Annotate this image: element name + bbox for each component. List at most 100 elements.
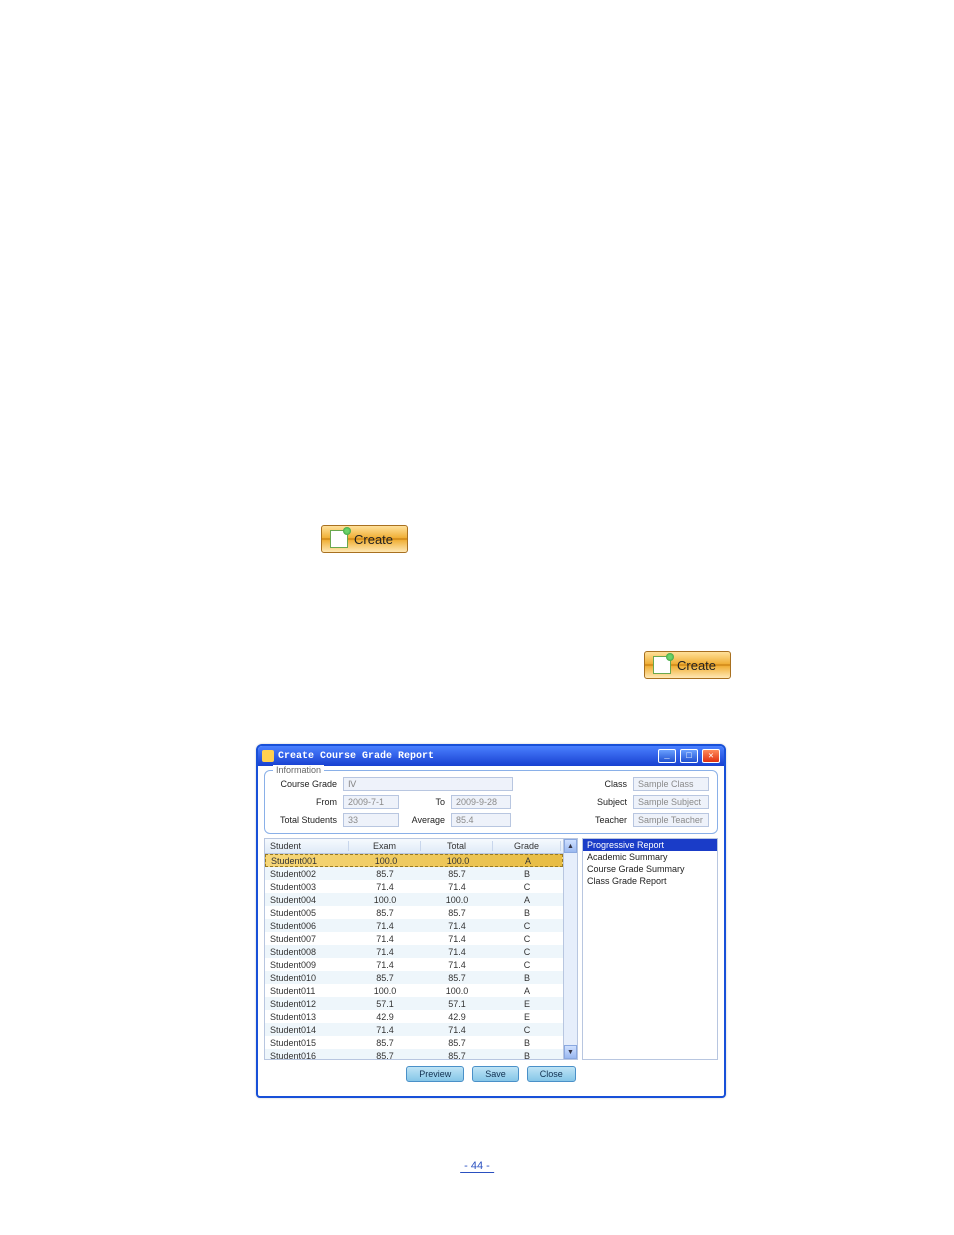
cell-student: Student015 — [265, 1038, 349, 1048]
class-field: Sample Class — [633, 777, 709, 791]
cell-student: Student016 — [265, 1051, 349, 1060]
col-student-header[interactable]: Student — [265, 841, 349, 851]
cell-student: Student007 — [265, 934, 349, 944]
maximize-button[interactable]: □ — [680, 749, 698, 763]
table-row[interactable]: Student001100.0100.0A — [265, 854, 563, 867]
scroll-down-button[interactable]: ▼ — [564, 1045, 577, 1059]
cell-exam: 100.0 — [349, 986, 421, 996]
scroll-track[interactable] — [564, 853, 577, 1045]
create-button-label: Create — [354, 532, 393, 547]
cell-exam: 71.4 — [349, 934, 421, 944]
report-list-item[interactable]: Academic Summary — [583, 851, 717, 863]
class-label: Class — [585, 779, 627, 789]
cell-grade: B — [493, 973, 561, 983]
report-list-item[interactable]: Class Grade Report — [583, 875, 717, 887]
cell-total: 85.7 — [421, 973, 493, 983]
cell-grade: B — [493, 869, 561, 879]
reports-list[interactable]: Progressive ReportAcademic SummaryCourse… — [582, 838, 718, 1060]
grades-table-panel: Student Exam Total Grade Student001100.0… — [264, 838, 578, 1060]
cell-total: 71.4 — [421, 934, 493, 944]
create-button[interactable]: Create — [321, 525, 408, 553]
total-students-field: 33 — [343, 813, 399, 827]
table-row[interactable]: Student00285.785.7B — [265, 867, 563, 880]
col-grade-header[interactable]: Grade — [493, 841, 561, 851]
create-button-label: Create — [677, 658, 716, 673]
new-document-icon — [653, 656, 671, 674]
vertical-scrollbar[interactable]: ▲ ▼ — [563, 839, 577, 1059]
cell-student: Student008 — [265, 947, 349, 957]
table-row[interactable]: Student004100.0100.0A — [265, 893, 563, 906]
cell-total: 42.9 — [421, 1012, 493, 1022]
new-document-icon — [330, 530, 348, 548]
save-button[interactable]: Save — [472, 1066, 519, 1082]
cell-exam: 71.4 — [349, 1025, 421, 1035]
cell-grade: E — [493, 1012, 561, 1022]
table-row[interactable]: Student01585.785.7B — [265, 1036, 563, 1049]
cell-student: Student002 — [265, 869, 349, 879]
table-row[interactable]: Student00971.471.4C — [265, 958, 563, 971]
cell-exam: 71.4 — [349, 882, 421, 892]
col-exam-header[interactable]: Exam — [349, 841, 421, 851]
cell-exam: 71.4 — [349, 921, 421, 931]
table-row[interactable]: Student00871.471.4C — [265, 945, 563, 958]
cell-grade: C — [493, 960, 561, 970]
teacher-field: Sample Teacher — [633, 813, 709, 827]
dialog-title: Create Course Grade Report — [278, 751, 434, 762]
create-button[interactable]: Create — [644, 651, 731, 679]
scroll-up-button[interactable]: ▲ — [564, 839, 577, 853]
cell-exam: 85.7 — [349, 908, 421, 918]
table-row[interactable]: Student01685.785.7B — [265, 1049, 563, 1059]
close-dialog-button[interactable]: Close — [527, 1066, 576, 1082]
close-button[interactable]: ✕ — [702, 749, 720, 763]
cell-total: 85.7 — [421, 908, 493, 918]
teacher-label: Teacher — [585, 815, 627, 825]
preview-button[interactable]: Preview — [406, 1066, 464, 1082]
cell-grade: B — [493, 1051, 561, 1060]
cell-student: Student003 — [265, 882, 349, 892]
cell-grade: C — [493, 882, 561, 892]
from-field: 2009-7-1 — [343, 795, 399, 809]
cell-total: 85.7 — [421, 1051, 493, 1060]
cell-exam: 71.4 — [349, 960, 421, 970]
minimize-button[interactable]: _ — [658, 749, 676, 763]
table-row[interactable]: Student01471.471.4C — [265, 1023, 563, 1036]
grades-table[interactable]: Student Exam Total Grade Student001100.0… — [265, 839, 563, 1059]
cell-exam: 85.7 — [349, 869, 421, 879]
report-list-item[interactable]: Course Grade Summary — [583, 863, 717, 875]
cell-exam: 57.1 — [349, 999, 421, 1009]
cell-student: Student011 — [265, 986, 349, 996]
table-row[interactable]: Student01342.942.9E — [265, 1010, 563, 1023]
cell-grade: A — [493, 895, 561, 905]
cell-student: Student005 — [265, 908, 349, 918]
cell-student: Student004 — [265, 895, 349, 905]
table-row[interactable]: Student00585.785.7B — [265, 906, 563, 919]
cell-grade: A — [494, 856, 562, 866]
cell-grade: A — [493, 986, 561, 996]
cell-grade: C — [493, 921, 561, 931]
dialog-titlebar[interactable]: Create Course Grade Report _ □ ✕ — [258, 746, 724, 766]
col-total-header[interactable]: Total — [421, 841, 493, 851]
table-row[interactable]: Student00371.471.4C — [265, 880, 563, 893]
cell-student: Student006 — [265, 921, 349, 931]
table-row[interactable]: Student011100.0100.0A — [265, 984, 563, 997]
total-students-label: Total Students — [273, 815, 337, 825]
cell-exam: 85.7 — [349, 973, 421, 983]
table-row[interactable]: Student01257.157.1E — [265, 997, 563, 1010]
cell-total: 100.0 — [421, 895, 493, 905]
cell-total: 71.4 — [421, 960, 493, 970]
average-label: Average — [405, 815, 445, 825]
cell-total: 71.4 — [421, 921, 493, 931]
cell-total: 71.4 — [421, 882, 493, 892]
cell-total: 57.1 — [421, 999, 493, 1009]
cell-exam: 100.0 — [350, 856, 422, 866]
page-number: - 44 - — [460, 1160, 494, 1173]
cell-student: Student010 — [265, 973, 349, 983]
information-legend: Information — [273, 765, 324, 775]
cell-grade: C — [493, 947, 561, 957]
table-row[interactable]: Student00771.471.4C — [265, 932, 563, 945]
table-row[interactable]: Student01085.785.7B — [265, 971, 563, 984]
cell-student: Student009 — [265, 960, 349, 970]
report-list-item[interactable]: Progressive Report — [583, 839, 717, 851]
table-row[interactable]: Student00671.471.4C — [265, 919, 563, 932]
course-grade-field: Ⅳ — [343, 777, 513, 791]
